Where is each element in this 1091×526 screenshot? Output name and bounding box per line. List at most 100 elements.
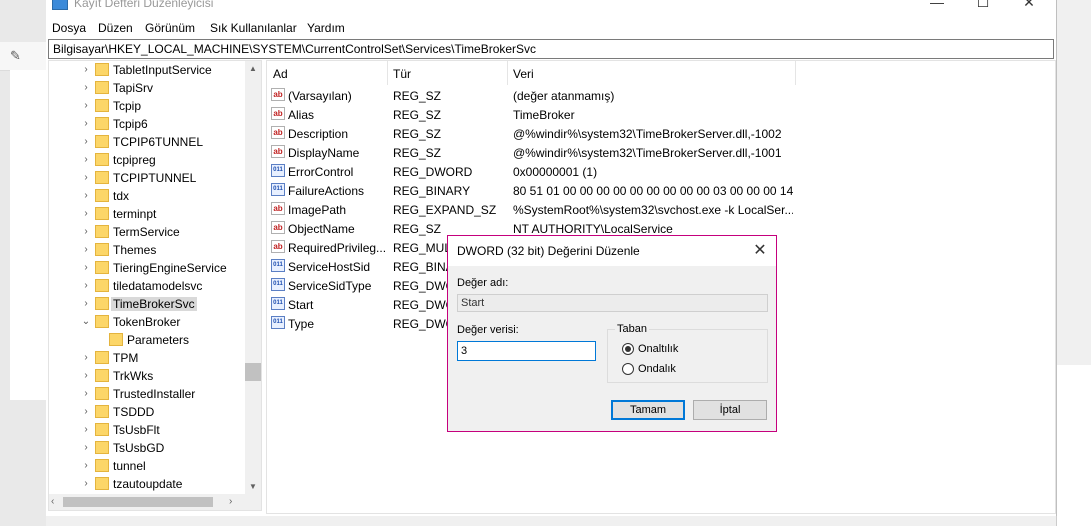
tree-item[interactable]: › TimeBrokerSvc	[49, 295, 245, 313]
dec-radio-label[interactable]: Ondalık	[638, 363, 676, 375]
tree-item[interactable]: › TsUsbFlt	[49, 421, 245, 439]
value-row[interactable]: ab Alias REG_SZ TimeBroker	[267, 105, 1055, 124]
chevron-right-icon[interactable]: ›	[81, 262, 91, 274]
tree-item[interactable]: › tzautoupdate	[49, 475, 245, 493]
chevron-right-icon[interactable]: ›	[81, 298, 91, 310]
column-header-type[interactable]: Tür	[387, 61, 508, 85]
hex-radio[interactable]	[622, 343, 634, 355]
tree-item[interactable]: › TrkWks	[49, 367, 245, 385]
column-header-data[interactable]: Veri	[507, 61, 796, 85]
base-group	[607, 329, 768, 383]
tree-item[interactable]: › Tcpip6	[49, 115, 245, 133]
key-tree[interactable]: › tzautoupdate › tunnel › TsUsbGD › TsUsbFlt › TS…	[48, 60, 262, 496]
value-data-input[interactable]	[457, 341, 596, 361]
chevron-right-icon[interactable]: ›	[81, 64, 91, 76]
chevron-right-icon[interactable]: ›	[81, 406, 91, 418]
chevron-right-icon[interactable]: ›	[81, 370, 91, 382]
chevron-right-icon[interactable]: ›	[81, 280, 91, 292]
chevron-right-icon[interactable]: ›	[81, 244, 91, 256]
hex-radio-label[interactable]: Onaltılık	[638, 343, 678, 355]
scroll-thumb[interactable]	[245, 363, 261, 381]
title-bar: Kayıt Defteri Düzenleyicisi — ☐ ✕	[46, 0, 1056, 16]
chevron-right-icon[interactable]: ›	[81, 478, 91, 490]
tree-item[interactable]: › tdx	[49, 187, 245, 205]
chevron-right-icon[interactable]: ›	[81, 82, 91, 94]
menu-sik-kullanilanlar[interactable]: Sık Kullanılanlar	[210, 21, 297, 35]
value-type: REG_SZ	[393, 146, 442, 160]
scroll-up-icon[interactable]: ▲	[245, 61, 261, 77]
tree-item-label: TokenBroker	[113, 315, 181, 329]
menu-dosya[interactable]: Dosya	[52, 21, 86, 35]
tree-item[interactable]: › TieringEngineService	[49, 259, 245, 277]
address-bar[interactable]: Bilgisayar\HKEY_LOCAL_MACHINE\SYSTEM\Cur…	[48, 39, 1054, 59]
chevron-right-icon[interactable]: ›	[81, 118, 91, 130]
close-button[interactable]: ✕	[1006, 0, 1052, 14]
tree-item-label: Tcpip	[113, 99, 142, 113]
binary-value-icon: 011	[271, 297, 285, 310]
chevron-right-icon[interactable]: ›	[81, 226, 91, 238]
chevron-right-icon[interactable]: ›	[81, 172, 91, 184]
menu-duzen[interactable]: Düzen	[98, 21, 133, 35]
value-row[interactable]: 011 ErrorControl REG_DWORD 0x00000001 (1)	[267, 162, 1055, 181]
minimize-button[interactable]: —	[914, 0, 960, 14]
cancel-button[interactable]: İptal	[693, 400, 767, 420]
chevron-right-icon[interactable]: ›	[81, 388, 91, 400]
tree-item[interactable]: Parameters	[49, 331, 245, 349]
tree-item-label: TieringEngineService	[113, 261, 227, 275]
maximize-button[interactable]: ☐	[960, 0, 1006, 14]
binary-value-icon: 011	[271, 259, 285, 272]
tree-item[interactable]: ⌄ TokenBroker	[49, 313, 245, 331]
tree-item-label: Tcpip6	[113, 117, 148, 131]
tree-item[interactable]: › TapiSrv	[49, 79, 245, 97]
value-type: REG_SZ	[393, 222, 442, 236]
ok-button[interactable]: Tamam	[611, 400, 685, 420]
folder-icon	[95, 243, 109, 256]
scroll-right-icon[interactable]: ›	[229, 496, 232, 507]
tree-item-label: terminpt	[113, 207, 157, 221]
hscroll-thumb[interactable]	[63, 497, 213, 507]
chevron-right-icon[interactable]: ›	[81, 424, 91, 436]
chevron-right-icon[interactable]: ›	[81, 442, 91, 454]
menu-gorunum[interactable]: Görünüm	[145, 21, 195, 35]
value-row[interactable]: ab Description REG_SZ @%windir%\system32\Ti…	[267, 124, 1055, 143]
registry-app-icon	[52, 0, 68, 10]
tree-item[interactable]: › terminpt	[49, 205, 245, 223]
value-row[interactable]: ab DisplayName REG_SZ @%windir%\system32\Ti…	[267, 143, 1055, 162]
value-row[interactable]: 011 FailureActions REG_BINARY 80 51 01 00 0…	[267, 181, 1055, 200]
chevron-down-icon[interactable]: ⌄	[81, 316, 91, 328]
chevron-right-icon[interactable]: ›	[81, 460, 91, 472]
tree-item[interactable]: › TSDDD	[49, 403, 245, 421]
tree-item[interactable]: › TabletInputService	[49, 61, 245, 79]
tree-item[interactable]: › TCPIP6TUNNEL	[49, 133, 245, 151]
folder-icon	[95, 135, 109, 148]
value-row[interactable]: ab (Varsayılan) REG_SZ (değer atanmamış)	[267, 86, 1055, 105]
tree-item[interactable]: › Tcpip	[49, 97, 245, 115]
column-header-name[interactable]: Ad	[267, 61, 388, 85]
tree-item[interactable]: › TermService	[49, 223, 245, 241]
tree-item[interactable]: › TPM	[49, 349, 245, 367]
tree-vertical-scrollbar[interactable]: ▲ ▼	[245, 61, 261, 495]
chevron-right-icon[interactable]: ›	[81, 154, 91, 166]
tree-item-label: TermService	[113, 225, 180, 239]
tree-item[interactable]: › tunnel	[49, 457, 245, 475]
tree-item[interactable]: › TCPIPTUNNEL	[49, 169, 245, 187]
dialog-close-icon[interactable]: ✕	[748, 239, 772, 263]
tree-item[interactable]: › tcpipreg	[49, 151, 245, 169]
tree-item[interactable]: › TsUsbGD	[49, 439, 245, 457]
value-row[interactable]: ab ImagePath REG_EXPAND_SZ %SystemRoot%\sys…	[267, 200, 1055, 219]
tree-item[interactable]: › TrustedInstaller	[49, 385, 245, 403]
tree-item[interactable]: › tiledatamodelsvc	[49, 277, 245, 295]
chevron-right-icon[interactable]: ›	[81, 190, 91, 202]
tree-item[interactable]: › Themes	[49, 241, 245, 259]
scroll-down-icon[interactable]: ▼	[245, 479, 261, 495]
dec-radio[interactable]	[622, 363, 634, 375]
base-group-label: Taban	[615, 323, 649, 335]
tree-horizontal-scrollbar[interactable]: ‹ ›	[48, 494, 262, 511]
menu-yardim[interactable]: Yardım	[307, 21, 345, 35]
chevron-right-icon[interactable]: ›	[81, 208, 91, 220]
chevron-right-icon[interactable]: ›	[81, 352, 91, 364]
chevron-right-icon[interactable]: ›	[81, 136, 91, 148]
chevron-right-icon[interactable]: ›	[81, 100, 91, 112]
scroll-left-icon[interactable]: ‹	[51, 496, 54, 507]
folder-icon	[95, 279, 109, 292]
